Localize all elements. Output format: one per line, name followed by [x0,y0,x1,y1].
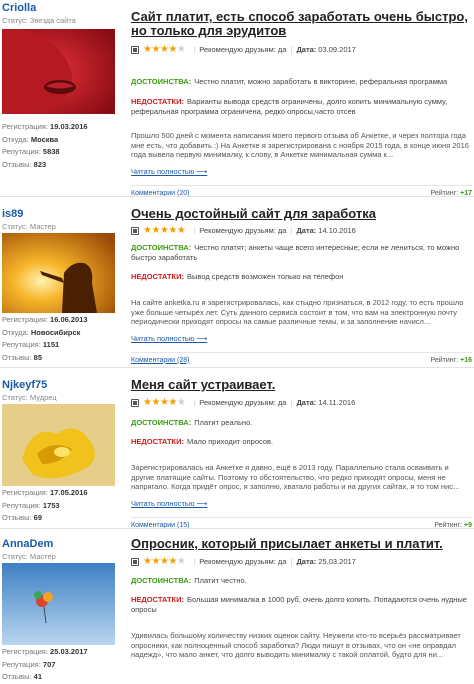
stat-registration: Регистрация: 17.05.2016 [2,488,88,497]
star-icon: ★ [176,225,186,236]
cons-block: НЕДОСТАТКИ: Большая минималка в 1000 руб,… [131,595,467,614]
cons-block: НЕДОСТАТКИ: Мало приходит опросов. [131,437,274,446]
stat-reputation: Репутация: 1151 [2,340,60,349]
divider [131,516,472,518]
cons-block: НЕДОСТАТКИ: Варианты вывода средств огран… [131,97,448,116]
review-title[interactable]: Очень достойный сайт для заработка [131,207,472,221]
review-date: 03.09.2017 [318,45,356,54]
rating-stars: ★★★★★ [143,225,186,236]
cons-block: НЕДОСТАТКИ: Вывод средств возможен только… [131,272,344,281]
recommend-text: Рекомендую друзьям: да [199,557,287,566]
review-content: Опросник, который присылает анкеты и пла… [131,537,472,660]
stat-location: Откуда: Новосибирск [2,327,81,337]
review-card: AnnaDem Статус: Мастер Регистрация: 25.0… [0,528,474,681]
read-more-link[interactable]: Читать полностью ⟶ [131,334,472,343]
review-title[interactable]: Опросник, который присылает анкеты и пла… [131,537,472,551]
review-footer: Комментарии (28) Рейтинг: +16 [131,357,472,364]
date-label: Дата: [296,557,317,566]
review-date: 25.03.2017 [318,557,356,566]
date-label: Дата: [296,45,317,54]
read-more-link[interactable]: Читать полностью ⟶ [131,167,472,176]
review-excerpt: Зарегистрировалась на Анкетке я давно, е… [131,463,460,491]
read-more-link[interactable]: Читать полностью ⟶ [131,499,472,508]
stat-reviews: Отзывы: 823 [2,159,47,169]
review-excerpt: На сайте anketka.ru я зарегистрировалась… [131,298,464,326]
avatar[interactable] [2,404,115,486]
review-date: 14.10.2016 [318,226,356,235]
stat-reviews: Отзывы: 69 [2,513,42,522]
review-excerpt: Удивилась большому количеству низких оце… [131,631,461,659]
stat-reputation: Репутация: 5838 [2,147,60,156]
stat-reputation: Репутация: 1753 [2,500,60,510]
author-status: Статус: Звезда сайта [2,16,76,25]
star-icon: ★ [176,397,186,408]
divider [131,184,472,186]
avatar[interactable] [2,233,115,313]
review-title[interactable]: Меня сайт устраивает. [131,378,472,392]
stat-reviews: Отзывы: 41 [2,672,42,681]
review-card: Criolla Статус: Звезда сайта Регистрация… [0,0,474,197]
comments-link[interactable]: Комментарии (28) [131,357,189,364]
star-icon: ★ [151,44,160,55]
recommend-text: Рекомендую друзьям: да [199,45,287,54]
author-status: Статус: Мудрец [2,393,57,402]
author-status: Статус: Мастер [2,222,56,231]
review-excerpt: Прошло 500 дней с момента написания моег… [131,131,469,159]
stat-reviews: Отзывы: 85 [2,352,42,362]
date-label: Дата: [296,398,317,407]
review-content: Сайт платит, есть способ заработать очен… [131,10,472,197]
review-meta: ★★★★★ | Рекомендую друзьям: да | Дата: 0… [131,42,472,57]
review-meta: ★★★★★ | Рекомендую друзьям: да | Дата: 1… [131,395,472,410]
date-label: Дата: [296,226,317,235]
recommend-text: Рекомендую друзьям: да [199,226,287,235]
thumb-icon [131,557,139,566]
review-card: is89 Статус: Мастер Регистрация: 16.06.2… [0,196,474,366]
author-name[interactable]: Njkeyf75 [2,379,47,392]
star-icon: ★ [168,397,177,408]
thumb-icon [131,45,139,54]
stat-registration: Регистрация: 16.06.2013 [2,315,88,324]
stat-registration: Регистрация: 19.03.2016 [2,122,88,131]
review-content: Меня сайт устраивает. ★★★★★ | Рекомендую… [131,378,472,529]
review-meta: ★★★★★ | Рекомендую друзьям: да | Дата: 1… [131,223,472,238]
review-meta: ★★★★★ | Рекомендую друзьям: да | Дата: 2… [131,554,472,569]
avatar[interactable] [2,29,115,114]
avatar[interactable] [2,563,115,645]
rating-stars: ★★★★★ [143,556,186,567]
thumb-icon [131,398,139,407]
author-stats: Регистрация: 17.05.2016 Репутация: 1753 … [2,487,116,525]
author-stats: Регистрация: 16.06.2013 Откуда: Новосиби… [2,314,116,364]
star-icon: ★ [176,556,186,567]
pros-block: ДОСТОИНСТВА: Платит реально. [131,418,253,427]
divider [131,351,472,353]
rating-stars: ★★★★★ [143,397,186,408]
star-icon: ★ [151,397,160,408]
review-date: 14.11.2016 [318,398,356,407]
author-stats: Регистрация: 19.03.2016 Откуда: Москва Р… [2,121,116,171]
author-name[interactable]: Criolla [2,2,36,15]
star-icon: ★ [176,44,186,55]
pros-block: ДОСТОИНСТВА: Платит честно. [131,576,247,585]
author-status: Статус: Мастер [2,552,56,561]
review-rating: Рейтинг: +16 [430,356,472,364]
review-card: Njkeyf75 Статус: Мудрец Регистрация: 17.… [0,367,474,529]
star-icon: ★ [168,44,177,55]
rating-stars: ★★★★★ [143,44,186,55]
author-stats: Регистрация: 25.03.2017 Репутация: 707 О… [2,646,116,684]
pros-block: ДОСТОИНСТВА: Честно платят; анкеты чаще в… [131,243,460,262]
stat-location: Откуда: Москва [2,134,59,144]
stat-reputation: Репутация: 707 [2,659,56,669]
recommend-text: Рекомендую друзьям: да [199,398,287,407]
review-content: Очень достойный сайт для заработка ★★★★★… [131,207,472,364]
star-icon: ★ [151,225,160,236]
star-icon: ★ [151,556,160,567]
stat-registration: Регистрация: 25.03.2017 [2,647,88,656]
review-title[interactable]: Сайт платит, есть способ заработать очен… [131,10,472,38]
star-icon: ★ [168,556,177,567]
pros-block: ДОСТОИНСТВА: Честно платит, можно заработ… [131,77,448,86]
star-icon: ★ [168,225,177,236]
author-name[interactable]: is89 [2,208,23,221]
thumb-icon [131,226,139,235]
author-name[interactable]: AnnaDem [2,538,53,551]
